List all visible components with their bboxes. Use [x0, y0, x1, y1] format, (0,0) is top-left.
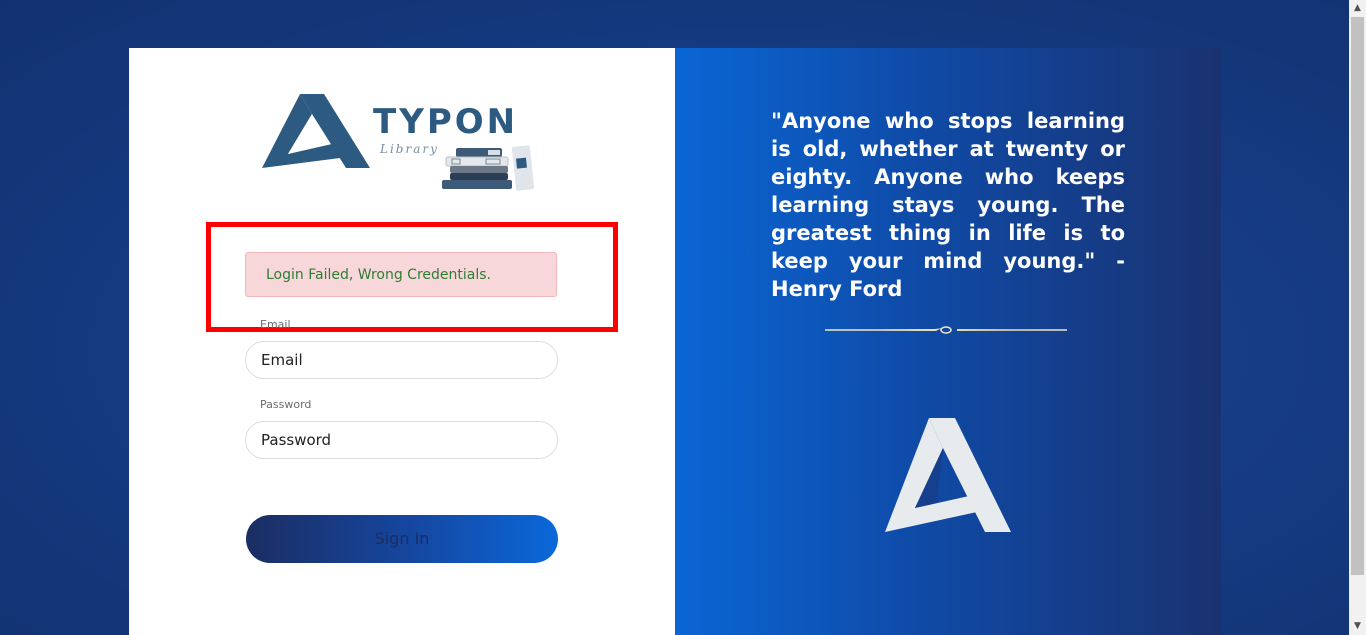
login-card: TYPON Library Login Failed, Wrong Creden…: [129, 48, 1221, 635]
sign-in-button[interactable]: Sign In: [246, 515, 558, 563]
typon-a-logo-icon: [262, 94, 370, 168]
email-field[interactable]: Email: [245, 341, 558, 379]
brand-name: TYPON: [373, 102, 519, 142]
scroll-down-arrow-icon[interactable]: ▼: [1349, 618, 1366, 635]
ornament-divider-icon: [825, 326, 1067, 334]
email-label: Email: [260, 318, 291, 331]
quote-panel: "Anyone who stops learning is old, wheth…: [675, 48, 1221, 635]
scrollbar-thumb[interactable]: [1351, 17, 1364, 575]
vertical-scrollbar[interactable]: ▲ ▼: [1349, 0, 1366, 635]
scroll-up-arrow-icon[interactable]: ▲: [1349, 0, 1366, 17]
password-label: Password: [260, 398, 312, 411]
books-stack-icon: [442, 145, 535, 191]
login-error-alert: Login Failed, Wrong Credentials.: [245, 252, 557, 297]
typon-library-logo: TYPON Library: [262, 92, 542, 192]
login-panel: TYPON Library Login Failed, Wrong Creden…: [129, 48, 675, 635]
quote-text: "Anyone who stops learning is old, wheth…: [771, 109, 1125, 301]
typon-a-logo-icon: [885, 418, 1011, 532]
password-field[interactable]: Password: [245, 421, 558, 459]
brand-subtitle: Library: [380, 142, 439, 156]
